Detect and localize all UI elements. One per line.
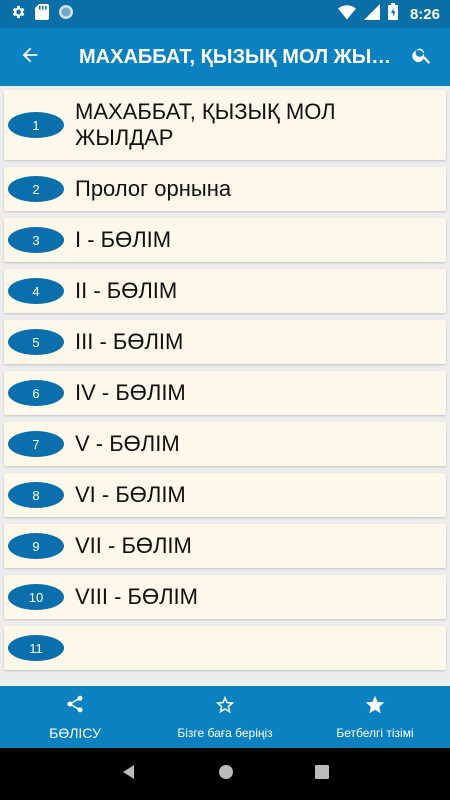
rate-button[interactable]: Бізге баға беріңіз (150, 686, 300, 748)
list-item[interactable]: 5 III - БӨЛІМ (4, 320, 446, 364)
wifi-icon (337, 4, 356, 25)
chapter-title: I - БӨЛІМ (75, 227, 172, 252)
rate-label: Бізге баға беріңіз (177, 726, 273, 740)
list-item[interactable]: 10 VIII - БӨЛІМ (4, 575, 446, 619)
chapter-number-badge: 5 (8, 329, 64, 355)
chapter-title: МАХАББАТ, ҚЫЗЫҚ МОЛ ЖЫЛДАР (75, 99, 336, 150)
status-bar: 8:26 (0, 0, 450, 28)
chapter-number-badge: 10 (8, 584, 64, 610)
list-item[interactable]: 4 II - БӨЛІМ (4, 269, 446, 313)
chapter-number-badge: 9 (8, 533, 64, 559)
chapter-number-badge: 3 (8, 227, 64, 253)
list-item[interactable]: 2 Пролог орнына (4, 167, 446, 211)
chapter-number-badge: 8 (8, 482, 64, 508)
status-left (10, 3, 74, 25)
recents-square-icon[interactable] (315, 764, 330, 784)
list-item[interactable]: 7 V - БӨЛІМ (4, 422, 446, 466)
chapter-number-badge: 11 (8, 635, 64, 661)
chapter-title (75, 640, 85, 656)
arrow-left-icon (19, 44, 41, 71)
chapter-number-badge: 1 (8, 112, 64, 138)
list-item[interactable]: 9 VII - БӨЛІМ (4, 524, 446, 568)
share-button[interactable]: БӨЛІСУ (0, 686, 150, 748)
chapter-number-badge: 2 (8, 176, 64, 202)
search-icon (411, 44, 433, 71)
signal-icon (363, 3, 380, 25)
list-item[interactable]: 8 VI - БӨЛІМ (4, 473, 446, 517)
list-item[interactable]: 3 I - БӨЛІМ (4, 218, 446, 262)
star-outline-icon (214, 694, 236, 721)
chapter-number-badge: 7 (8, 431, 64, 457)
share-icon (65, 693, 85, 720)
app-bar: МАХАББАТ, ҚЫЗЫҚ МОЛ ЖЫЛДАР (0, 28, 450, 86)
home-circle-icon[interactable] (218, 764, 234, 785)
chapter-number-badge: 6 (8, 380, 64, 406)
bottom-nav: БӨЛІСУ Бізге баға беріңіз Бетбелгі тізім… (0, 686, 450, 748)
chapter-list[interactable]: 1 МАХАББАТ, ҚЫЗЫҚ МОЛ ЖЫЛДАР 2 Пролог ор… (0, 86, 450, 686)
system-nav-bar (0, 748, 450, 800)
back-triangle-icon[interactable] (121, 764, 137, 785)
page-title: МАХАББАТ, ҚЫЗЫҚ МОЛ ЖЫЛДАР (79, 45, 394, 68)
chapter-number-badge: 4 (8, 278, 64, 304)
gear-icon (10, 4, 26, 25)
sd-card-icon (35, 3, 49, 25)
chapter-title: V - БӨЛІМ (75, 431, 180, 456)
status-right: 8:26 (337, 3, 440, 25)
bookmarks-label: Бетбелгі тізімі (336, 726, 414, 740)
list-item[interactable]: 1 МАХАББАТ, ҚЫЗЫҚ МОЛ ЖЫЛДАР (4, 90, 446, 160)
list-item[interactable]: 11 (4, 626, 446, 670)
chapter-title: III - БӨЛІМ (75, 329, 184, 354)
chapter-title: II - БӨЛІМ (75, 278, 178, 303)
battery-icon (387, 3, 398, 25)
circle-icon (58, 4, 74, 25)
back-button[interactable] (0, 28, 60, 86)
list-item[interactable]: 6 IV - БӨЛІМ (4, 371, 446, 415)
share-label: БӨЛІСУ (49, 725, 101, 741)
chapter-title: VII - БӨЛІМ (75, 533, 192, 558)
star-filled-icon (364, 694, 386, 721)
chapter-title: VI - БӨЛІМ (75, 482, 186, 507)
chapter-title: IV - БӨЛІМ (75, 380, 186, 405)
status-time: 8:26 (409, 5, 440, 23)
search-button[interactable] (394, 28, 450, 86)
chapter-title: VIII - БӨЛІМ (75, 584, 198, 609)
chapter-title: Пролог орнына (75, 176, 232, 201)
bookmarks-button[interactable]: Бетбелгі тізімі (300, 686, 450, 748)
